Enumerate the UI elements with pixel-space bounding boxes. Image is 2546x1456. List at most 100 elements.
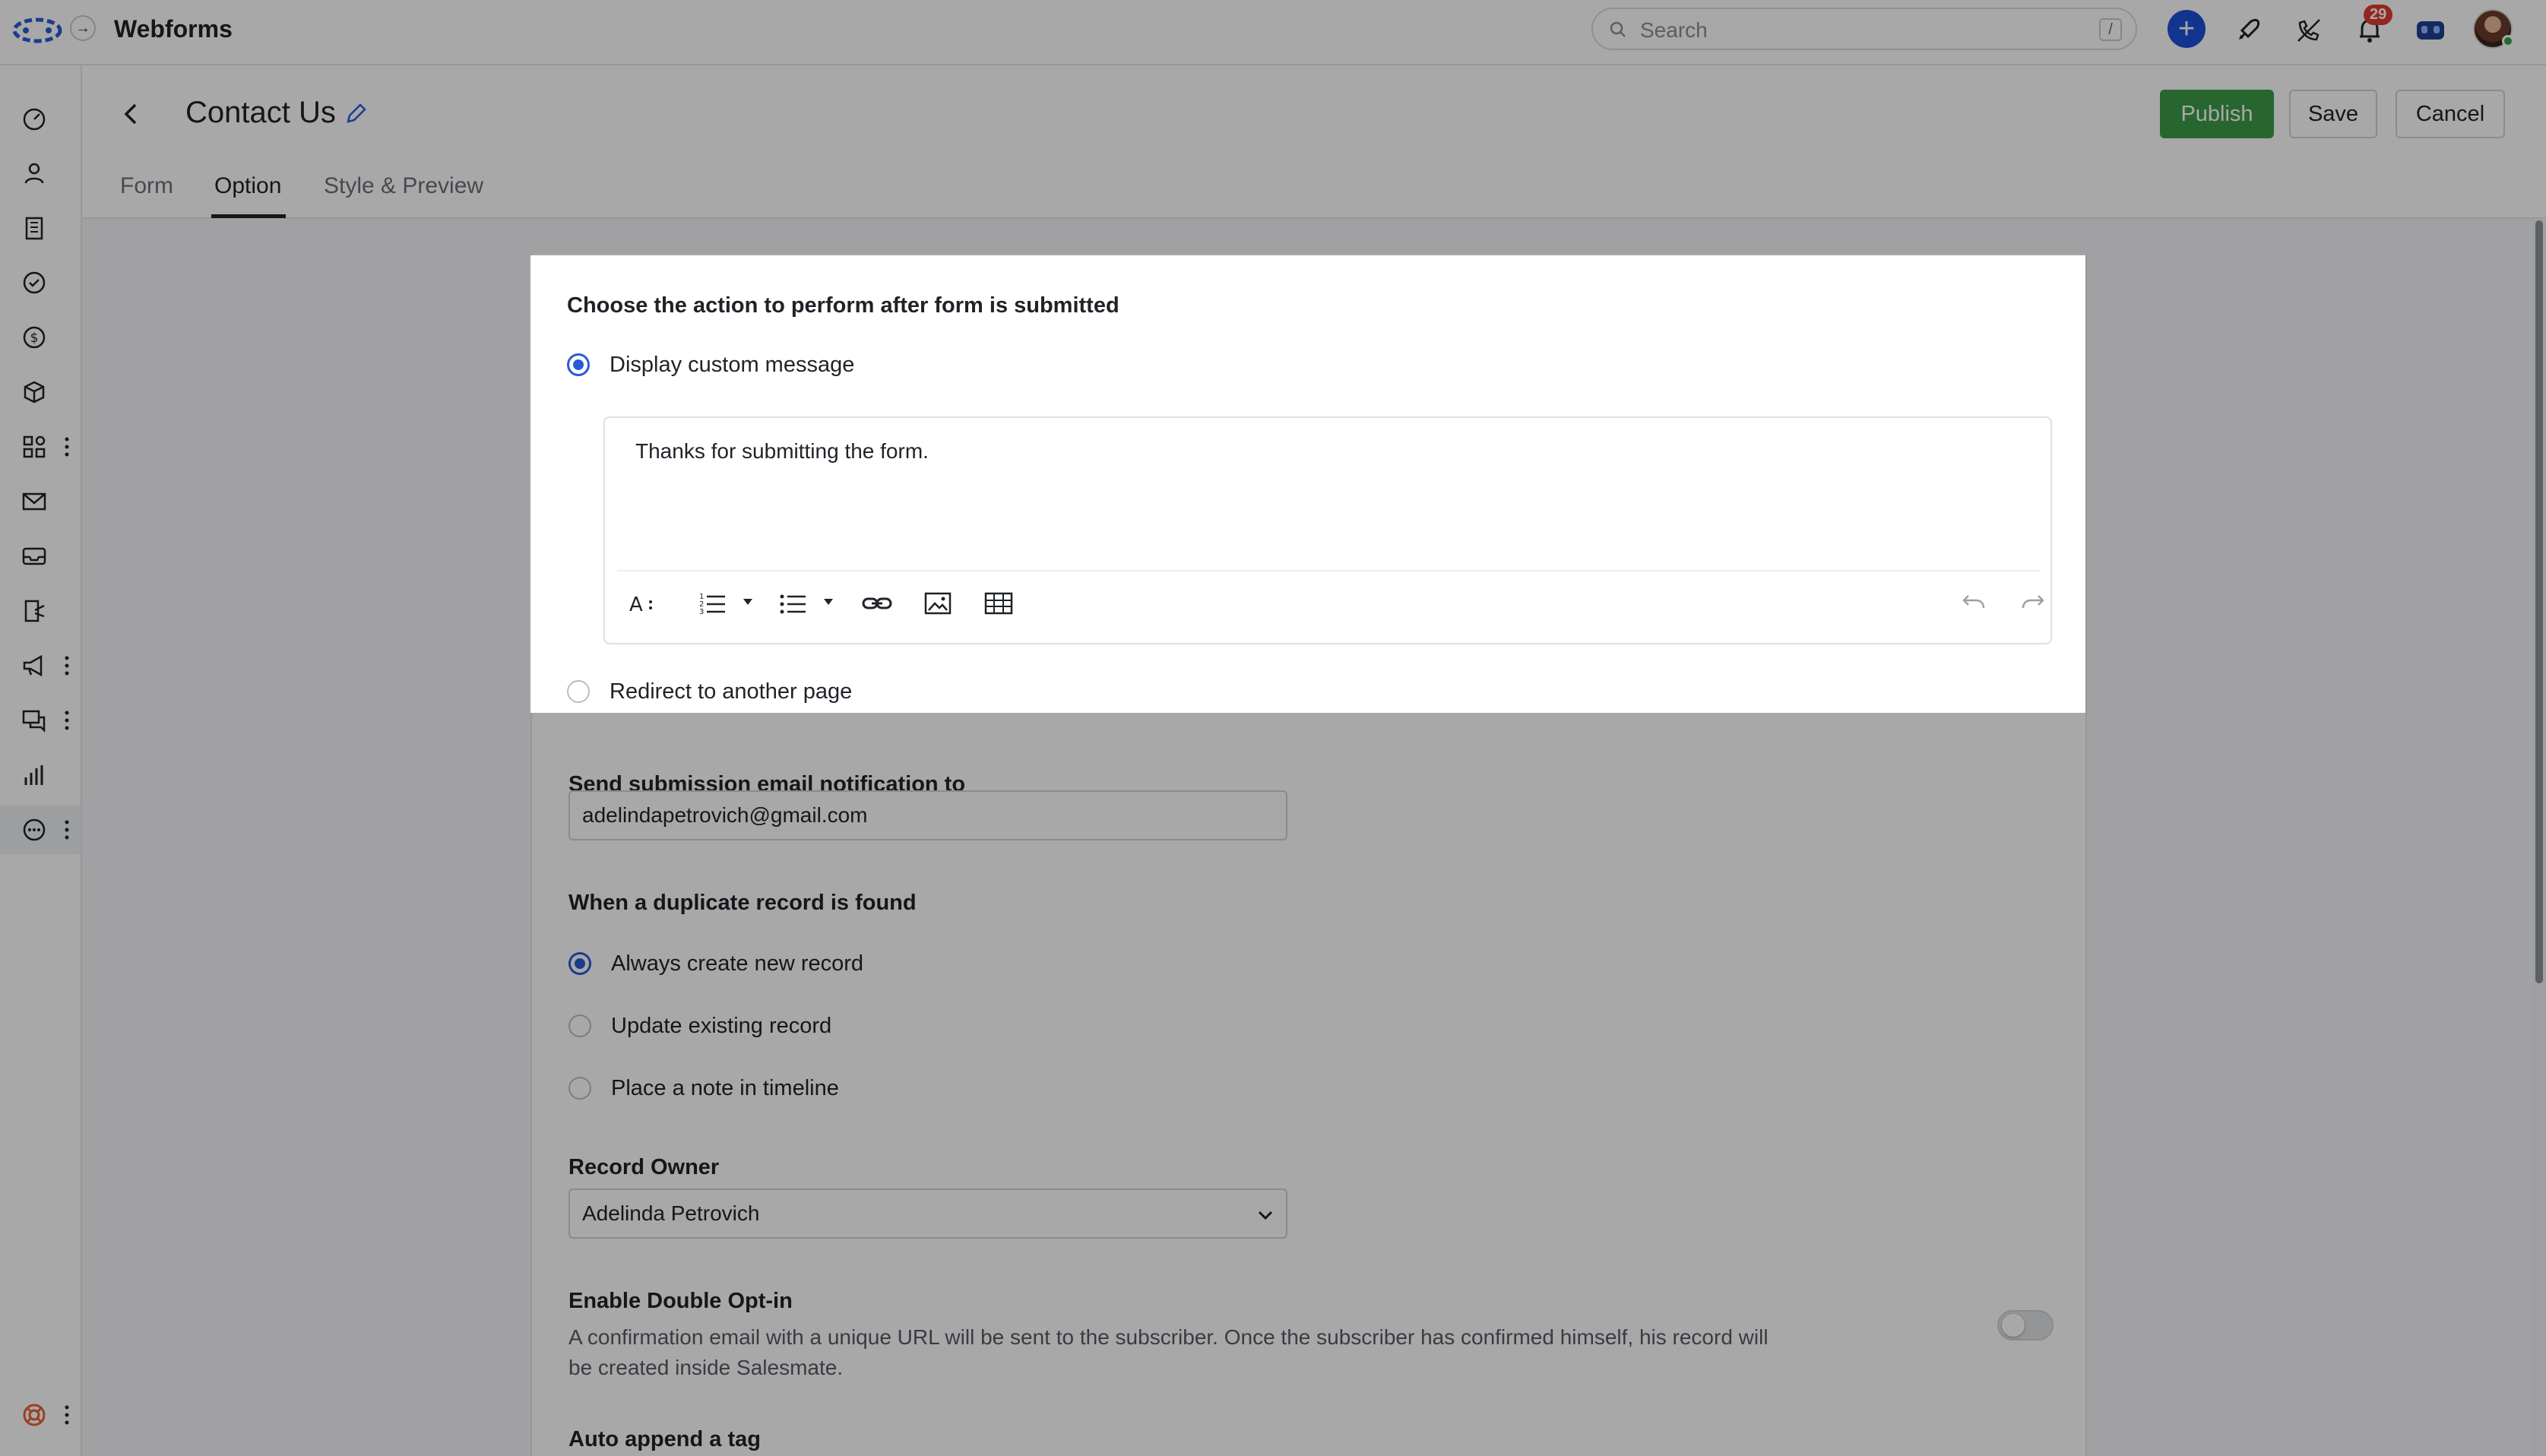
phone-off-icon[interactable]: [2289, 11, 2329, 50]
record-owner-value: Adelinda Petrovich: [582, 1201, 760, 1225]
sidebar-item-sequences[interactable]: [0, 587, 81, 635]
radio-label: Redirect to another page: [610, 679, 853, 704]
numbered-list-icon[interactable]: 123: [696, 587, 730, 620]
more-vertical-icon[interactable]: [64, 818, 70, 841]
deals-icon: $: [23, 326, 46, 349]
sidebar-item-reports[interactable]: [0, 751, 81, 799]
font-size-icon[interactable]: A: [625, 587, 658, 620]
sidebar-item-chat[interactable]: [0, 696, 81, 745]
salesmate-logo[interactable]: [11, 14, 64, 47]
undo-icon[interactable]: [1956, 587, 1990, 620]
option-redirect[interactable]: Redirect to another page: [567, 676, 852, 707]
inbox-icon: [22, 547, 46, 565]
sidebar-item-dashboard[interactable]: [0, 94, 81, 143]
search-shortcut: /: [2099, 18, 2122, 41]
search-icon: [1610, 21, 1626, 37]
record-owner-label: Record Owner: [568, 1155, 720, 1179]
message-editor[interactable]: Thanks for submitting the form. A 123: [603, 416, 2052, 644]
image-icon[interactable]: [921, 587, 955, 620]
online-status-dot: [2502, 35, 2514, 47]
email-icon: [22, 492, 46, 511]
page-title: Contact Us: [185, 96, 336, 129]
radio-button[interactable]: [568, 1014, 591, 1037]
radio-label: Display custom message: [610, 352, 855, 377]
radio-button[interactable]: [568, 952, 591, 975]
sidebar-item-help[interactable]: [0, 1391, 81, 1439]
search-input[interactable]: Search /: [1591, 8, 2137, 50]
more-vertical-icon[interactable]: [64, 435, 70, 458]
sidebar-item-email[interactable]: [0, 477, 81, 526]
top-bar: → Webforms Search / + 29: [0, 0, 2546, 65]
more-vertical-icon[interactable]: [64, 1404, 70, 1426]
active-tab-indicator: [211, 214, 286, 218]
apps-icon: [23, 435, 46, 458]
more-vertical-icon[interactable]: [64, 654, 70, 677]
bot-icon[interactable]: [2411, 11, 2450, 50]
contacts-icon: [24, 163, 44, 184]
app-title: Webforms: [114, 15, 233, 43]
table-icon[interactable]: [982, 587, 1015, 620]
double-opt-in-description: A confirmation email with a unique URL w…: [568, 1325, 1769, 1379]
link-icon[interactable]: [860, 587, 894, 620]
sidebar-item-inbox[interactable]: [0, 532, 81, 581]
pencil-icon[interactable]: [342, 100, 369, 128]
record-owner-select[interactable]: Adelinda Petrovich: [568, 1189, 1287, 1239]
radio-button[interactable]: [568, 1077, 591, 1100]
expand-nav-button[interactable]: →: [70, 15, 96, 41]
duplicate-option-create[interactable]: Always create new record: [568, 948, 863, 979]
sidebar: $: [0, 65, 82, 1456]
chat-icon: [22, 710, 46, 733]
more-vertical-icon[interactable]: [64, 709, 70, 732]
scrollbar-thumb[interactable]: [2535, 220, 2543, 983]
tab-form[interactable]: Form: [120, 173, 173, 199]
double-opt-in-toggle[interactable]: [1997, 1310, 2054, 1340]
double-opt-in-heading: Enable Double Opt-in: [568, 1289, 793, 1313]
tab-option[interactable]: Option: [214, 173, 281, 199]
sidebar-item-more[interactable]: [0, 806, 81, 854]
back-arrow-icon[interactable]: [117, 99, 147, 129]
products-icon: [24, 381, 45, 404]
publish-button[interactable]: Publish: [2160, 90, 2274, 138]
option-display-message[interactable]: Display custom message: [567, 350, 854, 380]
caret-down-icon[interactable]: [822, 597, 834, 606]
svg-text:A: A: [629, 593, 643, 616]
sidebar-item-products[interactable]: [0, 368, 81, 416]
duplicate-option-note[interactable]: Place a note in timeline: [568, 1073, 839, 1103]
save-button[interactable]: Save: [2289, 90, 2377, 138]
sidebar-item-contacts[interactable]: [0, 149, 81, 198]
caret-down-icon[interactable]: [742, 597, 754, 606]
chevron-down-icon: [1258, 1211, 1273, 1220]
sidebar-item-campaigns[interactable]: [0, 641, 81, 690]
sidebar-item-companies[interactable]: [0, 204, 81, 252]
more-icon: [23, 818, 46, 841]
auto-tag-heading: Auto append a tag: [568, 1427, 761, 1451]
duplicate-option-update[interactable]: Update existing record: [568, 1011, 831, 1041]
notification-email-input[interactable]: adelindapetrovich@gmail.com: [568, 790, 1287, 840]
tasks-icon: [23, 271, 46, 294]
svg-text:3: 3: [699, 608, 704, 616]
sidebar-item-deals[interactable]: $: [0, 313, 81, 362]
submit-action-heading: Choose the action to perform after form …: [567, 293, 1119, 318]
arrow-right-icon: →: [75, 19, 90, 36]
reports-icon: [24, 765, 43, 785]
svg-text:$: $: [30, 331, 39, 346]
redo-icon[interactable]: [2017, 587, 2050, 620]
editor-divider: [617, 570, 2040, 571]
duplicate-heading: When a duplicate record is found: [568, 891, 917, 915]
page-header: Contact Us Publish Save Cancel Form Opti…: [82, 65, 2546, 219]
editor-content[interactable]: Thanks for submitting the form.: [635, 439, 929, 464]
radio-button[interactable]: [567, 680, 590, 703]
sequences-icon: [24, 600, 45, 622]
cancel-button[interactable]: Cancel: [2396, 90, 2505, 138]
bullet-list-icon[interactable]: [777, 587, 810, 620]
sidebar-item-apps[interactable]: [0, 423, 81, 471]
radio-button[interactable]: [567, 353, 590, 376]
rocket-icon[interactable]: [2228, 11, 2268, 50]
plus-icon[interactable]: +: [2168, 10, 2206, 48]
radio-label: Place a note in timeline: [611, 1075, 839, 1100]
campaigns-icon: [23, 654, 43, 677]
sidebar-item-tasks[interactable]: [0, 258, 81, 307]
tab-style-preview[interactable]: Style & Preview: [324, 173, 483, 199]
radio-label: Always create new record: [611, 951, 864, 976]
notification-badge: 29: [2364, 5, 2393, 25]
